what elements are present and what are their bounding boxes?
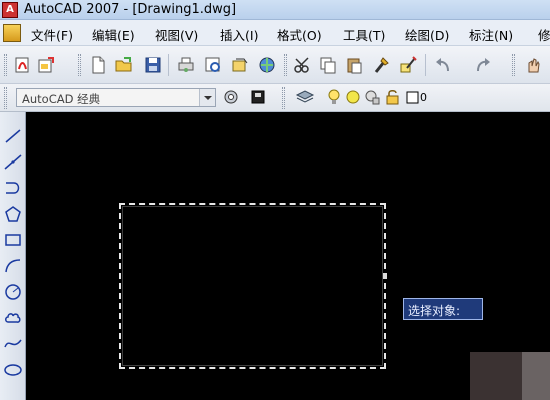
plot-preview-icon[interactable]: [203, 55, 223, 75]
current-layer-name[interactable]: 0: [420, 91, 427, 104]
spline-icon[interactable]: [2, 334, 24, 354]
copy-icon[interactable]: [318, 55, 338, 75]
menu-dimension[interactable]: 标注(N): [469, 25, 513, 44]
ellipse-icon[interactable]: [2, 360, 24, 380]
rectangle-icon[interactable]: [2, 230, 24, 250]
layer-manager-icon[interactable]: [295, 87, 315, 107]
toolbar-grip[interactable]: [282, 87, 285, 109]
arc-icon[interactable]: [2, 256, 24, 276]
menu-format[interactable]: 格式(O): [277, 25, 322, 44]
undo-icon[interactable]: [433, 55, 453, 75]
save-workspace-icon[interactable]: [248, 87, 268, 107]
polygon-icon[interactable]: [2, 204, 24, 224]
canvas-overlay-block: [522, 352, 550, 400]
menu-bar: 文件(F) 编辑(E) 视图(V) 插入(I) 格式(O) 工具(T) 绘图(D…: [0, 20, 550, 46]
match-properties-icon[interactable]: [371, 55, 391, 75]
layer-freeze-icon[interactable]: [343, 87, 363, 107]
save-icon[interactable]: [143, 55, 163, 75]
block-editor-icon[interactable]: [398, 55, 418, 75]
canvas-overlay-block: [470, 352, 522, 400]
toolbar-grip[interactable]: [284, 54, 287, 76]
toolbar-separator: [168, 54, 169, 76]
revision-cloud-icon[interactable]: [2, 308, 24, 328]
menu-file[interactable]: 文件(F): [31, 25, 73, 44]
plot-icon[interactable]: [176, 55, 196, 75]
selected-rectangle[interactable]: [119, 203, 386, 369]
menu-view[interactable]: 视图(V): [155, 25, 198, 44]
layer-lock-icon[interactable]: [383, 87, 403, 107]
redo-icon[interactable]: [473, 55, 493, 75]
draw-toolbar: [0, 112, 26, 400]
pan-icon[interactable]: [523, 55, 543, 75]
publish-web-icon[interactable]: [230, 55, 250, 75]
workspace-value: AutoCAD 经典: [22, 92, 101, 106]
menu-modify[interactable]: 修: [538, 25, 550, 44]
menu-draw[interactable]: 绘图(D): [405, 25, 449, 44]
toolbar-separator: [425, 54, 426, 76]
menu-tools[interactable]: 工具(T): [343, 25, 385, 44]
new-icon[interactable]: [88, 55, 108, 75]
chevron-down-icon[interactable]: [199, 89, 215, 106]
layer-viewport-icon[interactable]: [362, 87, 382, 107]
pdf-export-icon[interactable]: [13, 55, 33, 75]
autocad-app-icon[interactable]: A: [2, 2, 18, 18]
toolbar-grip[interactable]: [512, 54, 515, 76]
menu-edit[interactable]: 编辑(E): [92, 25, 135, 44]
rectangle-grip-point[interactable]: [383, 273, 387, 279]
select-objects-tooltip: 选择对象:: [403, 298, 483, 320]
3d-dwf-icon[interactable]: [257, 55, 277, 75]
document-icon[interactable]: [3, 24, 21, 42]
circle-icon[interactable]: [2, 282, 24, 302]
toolbar-grip[interactable]: [4, 54, 7, 76]
workspace-toolbar: AutoCAD 经典 0: [0, 84, 550, 112]
workspace-settings-icon[interactable]: [221, 87, 241, 107]
publish-icon[interactable]: [36, 55, 56, 75]
layer-on-icon[interactable]: [324, 87, 344, 107]
line-icon[interactable]: [2, 126, 24, 146]
open-icon[interactable]: [114, 55, 134, 75]
paste-icon[interactable]: [344, 55, 364, 75]
standard-toolbar: [0, 46, 550, 84]
window-title: AutoCAD 2007 - [Drawing1.dwg]: [24, 2, 237, 17]
toolbar-grip[interactable]: [4, 87, 7, 109]
toolbar-grip[interactable]: [78, 54, 81, 76]
construction-line-icon[interactable]: [2, 152, 24, 172]
menu-insert[interactable]: 插入(I): [220, 25, 258, 44]
cut-icon[interactable]: [293, 55, 313, 75]
polyline-icon[interactable]: [2, 178, 24, 198]
workspace-select[interactable]: AutoCAD 经典: [16, 88, 216, 107]
title-bar: A AutoCAD 2007 - [Drawing1.dwg]: [0, 0, 550, 20]
